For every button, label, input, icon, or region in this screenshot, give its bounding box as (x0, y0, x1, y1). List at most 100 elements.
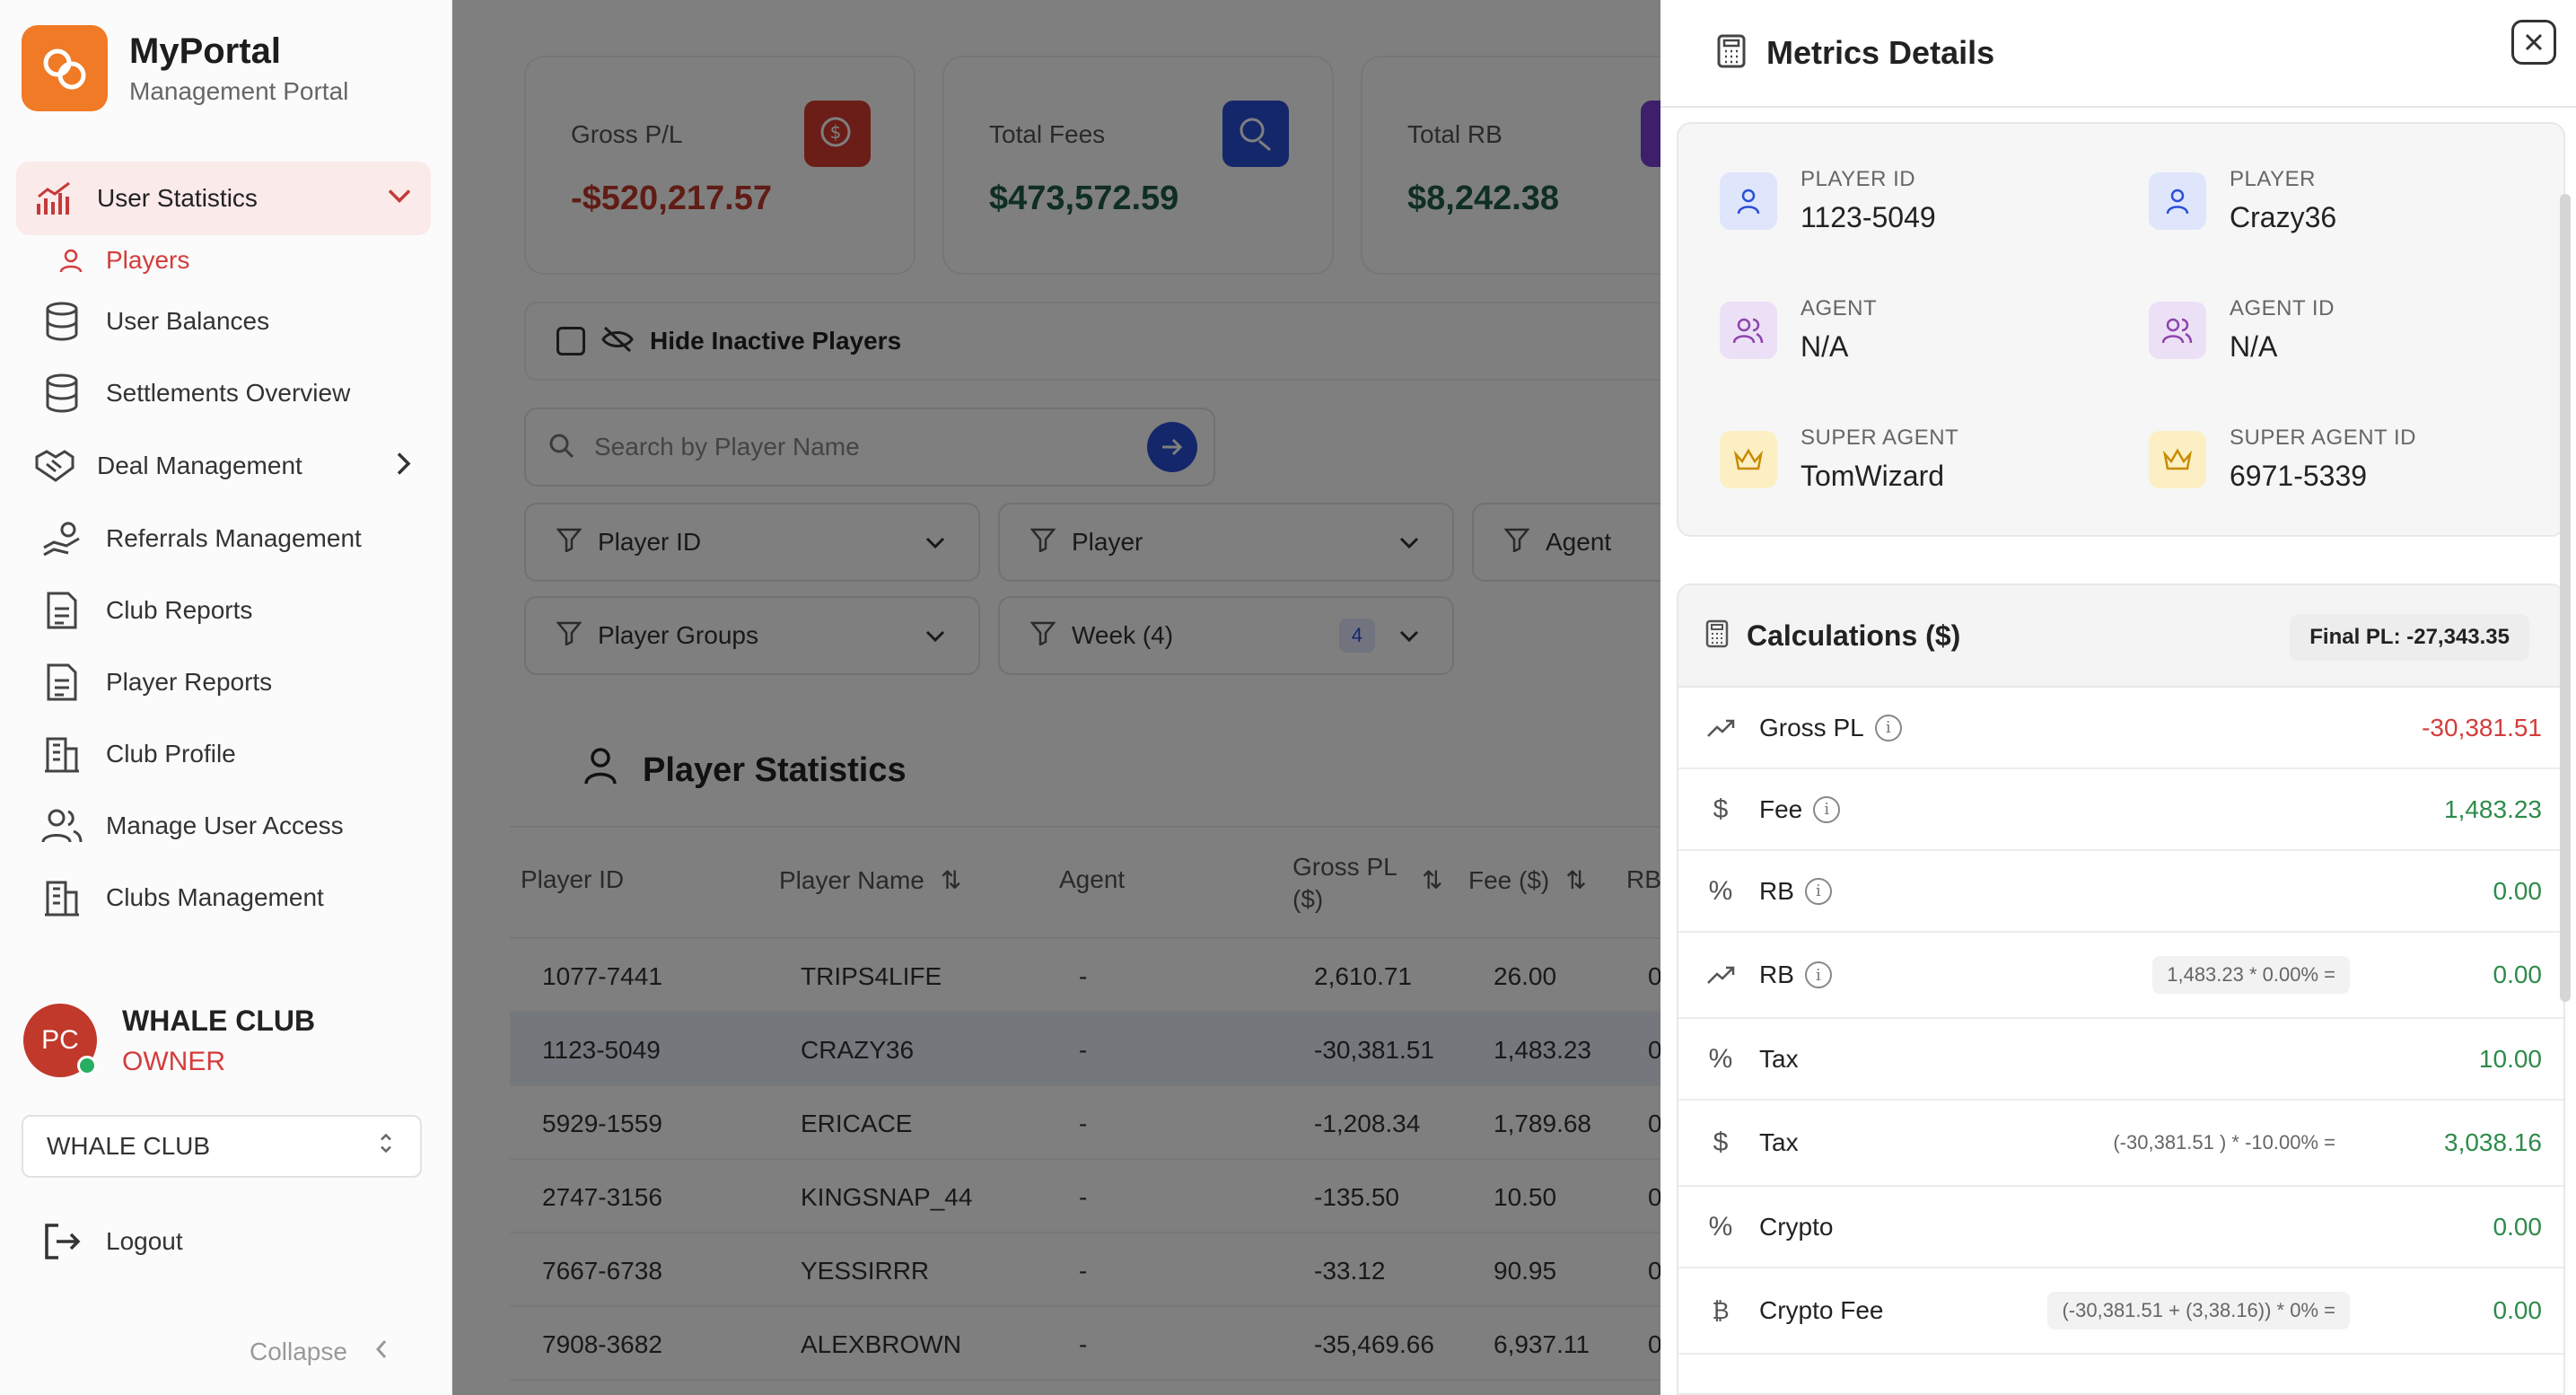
calc-row-label: Fee (1759, 794, 1803, 823)
sidebar-item-player-reports[interactable]: Player Reports (16, 646, 431, 718)
calc-row-label: RB (1759, 876, 1794, 905)
calc-row-value: 3,038.16 (2444, 1128, 2542, 1156)
sidebar-item-referrals-management[interactable]: Referrals Management (16, 503, 431, 575)
sidebar-item-settlements-overview[interactable]: Settlements Overview (16, 357, 431, 429)
drawer-scrollbar[interactable] (2560, 194, 2571, 1002)
sidebar-item-club-profile[interactable]: Club Profile (16, 718, 431, 790)
info-agent-id: AGENT ID N/A (2149, 296, 2335, 364)
sidebar: MyPortal Management Portal User Statisti… (0, 0, 452, 1395)
metrics-details-drawer: Metrics Details PLAYER ID 1123-5049 PLAYE… (1660, 0, 2576, 1395)
logout-icon (41, 1221, 83, 1262)
calc-row-rb-amount: RB i 1,483.23 * 0.00% = 0.00 (1678, 933, 2563, 1019)
calc-formula: (-30,381.51 ) * -10.00% = (2113, 1131, 2335, 1154)
calc-row-value: -30,381.51 (2422, 713, 2542, 741)
sidebar-item-label: User Balances (106, 307, 270, 335)
calc-row-value: 0.00 (2493, 876, 2543, 905)
info-label: SUPER AGENT (1801, 426, 1959, 450)
calc-row-value: 10.00 (2478, 1044, 2542, 1073)
info-label: AGENT (1801, 296, 1878, 320)
brand: MyPortal Management Portal (22, 25, 348, 111)
sidebar-item-deal-management[interactable]: Deal Management (16, 429, 431, 503)
sidebar-item-label: User Statistics (97, 184, 258, 212)
calculations-title: Calculations ($) (1747, 619, 1961, 652)
report-icon (41, 590, 83, 631)
sidebar-item-manage-user-access[interactable]: Manage User Access (16, 790, 431, 862)
info-label: PLAYER ID (1801, 167, 1916, 191)
brand-title: MyPortal (129, 31, 281, 71)
info-value: N/A (2230, 330, 2278, 363)
info-agent: AGENT N/A (1720, 296, 1877, 364)
info-icon[interactable]: i (1804, 961, 1832, 988)
info-icon[interactable]: i (1813, 795, 1841, 823)
calc-row-label: Tax (1759, 1044, 1799, 1073)
handshake-icon (34, 445, 75, 487)
user-icon (57, 247, 84, 274)
avatar: PC (23, 1004, 97, 1077)
user-icon (2149, 172, 2206, 230)
referral-hand-icon (41, 518, 83, 559)
sidebar-item-user-balances[interactable]: User Balances (16, 285, 431, 357)
chevron-up-down-icon (379, 1132, 393, 1162)
info-value: 1123-5049 (1801, 201, 1936, 233)
sidebar-item-club-reports[interactable]: Club Reports (16, 575, 431, 646)
chevron-left-icon (374, 1338, 389, 1366)
close-button[interactable] (2511, 20, 2556, 65)
drawer-header: Metrics Details (1660, 0, 2576, 108)
sidebar-item-label: Settlements Overview (106, 379, 351, 407)
info-player-id: PLAYER ID 1123-5049 (1720, 167, 1936, 234)
percent-icon: % (1708, 1211, 1733, 1241)
bitcoin-icon: ₿ (1712, 1296, 1730, 1324)
calc-row-value: 0.00 (2493, 961, 2543, 988)
percent-icon: % (1708, 1043, 1733, 1074)
trending-up-icon (1705, 960, 1736, 990)
sidebar-item-label: Club Reports (106, 596, 253, 624)
calc-formula: 1,483.23 * 0.00% = (2152, 956, 2350, 994)
crown-icon (1720, 431, 1777, 488)
club-select-value: WHALE CLUB (47, 1132, 211, 1160)
calc-row-gross-pl: Gross PL i -30,381.51 (1678, 688, 2563, 769)
building-icon (41, 877, 83, 918)
report-icon (41, 662, 83, 703)
user-profile: PC WHALE CLUB OWNER (23, 1004, 315, 1077)
club-select[interactable]: WHALE CLUB (22, 1115, 422, 1178)
info-icon[interactable]: i (1874, 714, 1902, 741)
percent-icon: % (1708, 875, 1733, 906)
user-role: OWNER (122, 1046, 225, 1076)
sidebar-item-label: Player Reports (106, 668, 273, 696)
collapse-button[interactable]: Collapse (250, 1338, 389, 1366)
chevron-right-icon[interactable] (395, 451, 413, 482)
info-label: PLAYER (2230, 167, 2316, 191)
info-label: SUPER AGENT ID (2230, 426, 2416, 450)
final-pl-badge: Final PL: -27,343.35 (2290, 614, 2529, 661)
dollar-icon: $ (1713, 794, 1729, 824)
info-player: PLAYER Crazy36 (2149, 167, 2336, 234)
sidebar-item-label: Clubs Management (106, 883, 324, 911)
sidebar-item-label: Players (106, 246, 190, 274)
player-info-card: PLAYER ID 1123-5049 PLAYER Crazy36 AGENT N/… (1677, 122, 2565, 537)
logout-button[interactable]: Logout (41, 1221, 183, 1262)
drawer-title: Metrics Details (1766, 34, 1995, 71)
calc-row-label: RB (1759, 961, 1794, 988)
chevron-down-icon[interactable] (386, 188, 413, 210)
user-icon (1720, 172, 1777, 230)
brand-logo-icon (22, 25, 108, 111)
users-icon (2149, 302, 2206, 359)
calc-row-crypto-percent: % Crypto 0.00 (1678, 1187, 2563, 1268)
sidebar-nav: User Statistics Players User Balances Se… (16, 162, 431, 934)
calc-row-crypto-fee: ₿ Crypto Fee (-30,381.51 + (3,38.16)) * … (1678, 1268, 2563, 1355)
sidebar-item-players[interactable]: Players (16, 235, 431, 285)
online-status-icon (77, 1056, 97, 1075)
calc-row-value: 1,483.23 (2444, 794, 2542, 823)
info-value: 6971-5339 (2230, 460, 2368, 492)
info-super-agent-id: SUPER AGENT ID 6971-5339 (2149, 426, 2416, 493)
sidebar-item-user-statistics[interactable]: User Statistics (16, 162, 431, 235)
database-icon (41, 373, 83, 414)
chart-icon (34, 178, 75, 219)
calc-row-value: 0.00 (2493, 1212, 2543, 1241)
collapse-label: Collapse (250, 1338, 347, 1365)
info-icon[interactable]: i (1804, 877, 1832, 905)
logout-label: Logout (106, 1227, 183, 1255)
calc-row-label: Crypto (1759, 1212, 1834, 1241)
info-value: TomWizard (1801, 460, 1945, 492)
sidebar-item-clubs-management[interactable]: Clubs Management (16, 862, 431, 934)
